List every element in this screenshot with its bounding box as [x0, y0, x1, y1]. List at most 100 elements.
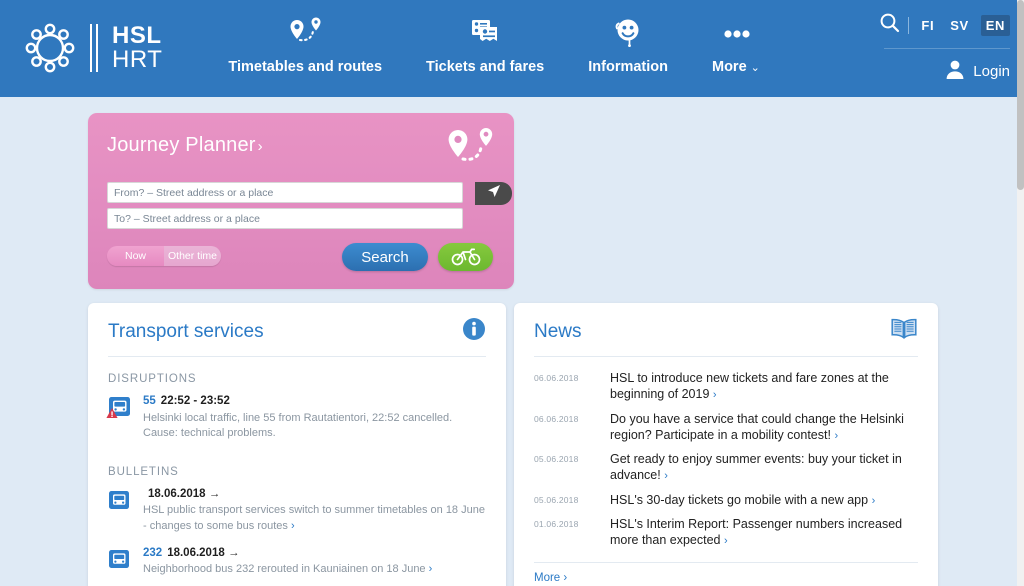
site-header: HSL HRT Timetables and routes Tickets an… — [0, 0, 1024, 97]
news-date: 06.06.2018 — [534, 413, 579, 424]
divider — [534, 356, 918, 357]
route-number: 55 — [143, 395, 156, 407]
locate-arrow-icon — [487, 184, 501, 203]
news-header: News — [514, 303, 938, 356]
list-item[interactable]: 06.06.2018 Do you have a service that co… — [534, 408, 918, 449]
bike-route-button[interactable] — [438, 243, 493, 271]
bus-alert-icon — [106, 396, 132, 422]
lang-fi[interactable]: FI — [917, 15, 938, 36]
list-item[interactable]: 18.06.2018 → HSL public transport servic… — [106, 484, 488, 543]
news-card: News 06.06.2018 HSL to introduce new tic… — [514, 303, 938, 586]
route-pins-icon — [283, 14, 327, 52]
header-utility-row: FI SV EN — [879, 10, 1010, 40]
from-input[interactable] — [107, 182, 463, 203]
bulletin-date: 18.06.2018 — [167, 546, 225, 559]
to-input[interactable] — [107, 208, 463, 229]
nav-item-more[interactable]: More ⌄ — [690, 14, 782, 75]
list-item-title: 55 22:52 - 23:52 — [143, 394, 488, 410]
nav-label: Tickets and fares — [426, 59, 545, 75]
chevron-right-icon: › — [871, 494, 876, 507]
news-headline: Get ready to enjoy summer events: buy yo… — [610, 452, 902, 483]
search-button[interactable]: Search — [342, 243, 428, 271]
lang-en[interactable]: EN — [980, 14, 1010, 36]
journey-planner-title[interactable]: Journey Planner › — [107, 134, 263, 157]
news-more-link[interactable]: More › — [534, 572, 938, 584]
nav-item-information[interactable]: Information — [566, 14, 690, 75]
main-nav: Timetables and routes Tickets and fares … — [206, 14, 781, 75]
geolocate-button[interactable] — [475, 182, 512, 205]
list-item-body: 55 22:52 - 23:52 Helsinki local traffic, … — [143, 394, 488, 441]
news-headline: Do you have a service that could change … — [610, 411, 904, 442]
bulletin-text: HSL public transport services switch to … — [143, 504, 485, 532]
chevron-down-icon: ⌄ — [750, 62, 760, 74]
transport-services-header: Transport services — [88, 303, 506, 356]
chevron-right-icon: › — [834, 429, 839, 442]
route-pins-icon — [440, 128, 498, 181]
search-icon[interactable] — [879, 12, 900, 38]
journey-planner-card: Journey Planner › From? – Street address… — [88, 113, 514, 289]
logo-secondary: HRT — [112, 46, 163, 73]
nav-item-timetables-and-routes[interactable]: Timetables and routes — [206, 14, 404, 75]
page-scrollbar-track[interactable] — [1017, 0, 1024, 586]
list-item[interactable]: 05.06.2018 Get ready to enjoy summer eve… — [534, 448, 918, 489]
nav-label: More ⌄ — [712, 59, 760, 75]
list-item-title: 232 18.06.2018 → — [143, 546, 488, 562]
disruption-time: 22:52 - 23:52 — [160, 395, 230, 407]
disruptions-label: DISRUPTIONS — [108, 373, 197, 385]
page-body: Journey Planner › From? – Street address… — [0, 97, 1024, 586]
login-label: Login — [973, 62, 1010, 80]
chevron-right-icon: › — [290, 519, 295, 532]
news-text: HSL to introduce new tickets and fare zo… — [610, 370, 918, 403]
news-title: News — [534, 320, 582, 342]
utility-rule — [884, 48, 1010, 49]
news-headline: HSL's 30-day tickets go mobile with a ne… — [610, 492, 869, 507]
info-circle-icon[interactable] — [462, 317, 486, 346]
logo-divider-bars — [90, 24, 98, 72]
chevron-right-icon: › — [664, 470, 668, 483]
list-item[interactable]: 01.06.2018 HSL's Interim Report: Passeng… — [534, 513, 918, 554]
logo-wordmark: HSL HRT — [112, 21, 163, 73]
tickets-icon — [465, 14, 505, 52]
to-field-row — [107, 208, 463, 229]
hsl-logo[interactable]: HSL HRT — [22, 19, 162, 77]
logo-primary: HSL — [112, 21, 162, 49]
time-toggle-now[interactable]: Now — [107, 246, 164, 266]
list-item-body: 232 18.06.2018 → Neighborhood bus 232 rer… — [143, 546, 488, 578]
news-date: 01.06.2018 — [534, 518, 579, 529]
chevron-right-icon: › — [712, 389, 717, 402]
journey-planner-title-text: Journey Planner — [107, 134, 256, 156]
list-item[interactable]: 05.06.2018 HSL's 30-day tickets go mobil… — [534, 489, 918, 513]
ellipsis-icon — [714, 14, 758, 52]
list-item-text: Neighborhood bus 232 rerouted in Kauniai… — [143, 562, 488, 577]
utility-divider — [908, 16, 910, 34]
disruptions-list: 55 22:52 - 23:52 Helsinki local traffic, … — [106, 391, 488, 450]
open-book-icon[interactable] — [890, 317, 918, 346]
login-button[interactable]: Login — [944, 58, 1010, 84]
bus-bulletin-icon — [106, 548, 132, 574]
news-date: 05.06.2018 — [534, 494, 579, 505]
route-number: 232 — [143, 546, 163, 559]
news-text: HSL's Interim Report: Passenger numbers … — [610, 516, 918, 549]
news-text: Get ready to enjoy summer events: buy yo… — [610, 451, 918, 484]
news-text: Do you have a service that could change … — [610, 411, 918, 444]
news-text: HSL's 30-day tickets go mobile with a ne… — [610, 492, 875, 508]
lang-sv[interactable]: SV — [946, 15, 973, 36]
user-icon — [944, 58, 966, 84]
bulletin-date: 18.06.2018 — [148, 487, 206, 500]
from-field-row — [107, 182, 512, 205]
bulletin-text: Neighborhood bus 232 rerouted in Kauniai… — [143, 563, 426, 576]
nav-label: Timetables and routes — [228, 59, 383, 75]
time-toggle-other[interactable]: Other time — [164, 246, 221, 266]
bicycle-icon — [451, 246, 481, 269]
news-headline: HSL's Interim Report: Passenger numbers … — [610, 516, 903, 548]
nav-label-text: More — [712, 59, 747, 75]
list-item[interactable]: 55 22:52 - 23:52 Helsinki local traffic, … — [106, 391, 488, 450]
chevron-right-icon: › — [723, 535, 728, 548]
page-scrollbar-thumb[interactable] — [1017, 0, 1024, 190]
list-item[interactable]: 06.06.2018 HSL to introduce new tickets … — [534, 367, 918, 408]
list-item-title: 18.06.2018 → — [143, 487, 488, 503]
nav-item-tickets-and-fares[interactable]: Tickets and fares — [404, 14, 566, 75]
transport-services-card: Transport services DISRUPTIONS 55 22:52 … — [88, 303, 506, 586]
list-item[interactable]: 232 18.06.2018 → Neighborhood bus 232 rer… — [106, 543, 488, 586]
news-date: 06.06.2018 — [534, 373, 579, 383]
